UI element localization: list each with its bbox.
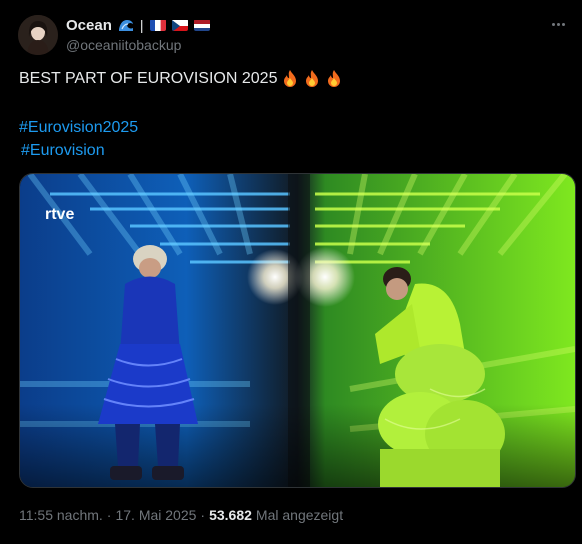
hashtag-link-eurovision[interactable]: #Eurovision [21, 142, 105, 160]
post-time[interactable]: 11:55 nachm. [19, 507, 103, 523]
flag-czech-icon [171, 19, 188, 31]
author-name-row: Ocean | [66, 15, 210, 35]
post-date[interactable]: 17. Mai 2025 [115, 507, 196, 523]
author-handle[interactable]: @oceaniitobackup [66, 37, 181, 53]
separator: | [139, 17, 144, 33]
media-image[interactable]: rtve [19, 173, 576, 488]
fire-icon [303, 69, 321, 89]
meta-dot: · [200, 507, 206, 523]
tweet-card: Ocean | @oceaniitobackup BEST PART OF EU… [0, 0, 582, 544]
views-count: 53.682 [209, 507, 252, 523]
fire-icon [325, 69, 343, 89]
tweet-body: BEST PART OF EUROVISION 2025 [19, 70, 278, 87]
fire-icon [281, 69, 299, 89]
flag-netherlands-icon [193, 19, 210, 31]
tweet-meta: 11:55 nachm. · 17. Mai 2025 · 53.682 Mal… [19, 507, 343, 523]
author-display-name[interactable]: Ocean [66, 17, 112, 34]
hashtag-link-eurovision2025[interactable]: #Eurovision2025 [19, 119, 138, 137]
meta-dot: · [106, 507, 112, 523]
tweet-text: BEST PART OF EUROVISION 2025 [19, 69, 559, 89]
wave-icon [118, 17, 134, 33]
flag-france-icon [149, 19, 166, 31]
more-options-icon[interactable] [548, 14, 568, 34]
rtve-watermark: rtve [45, 206, 74, 223]
views-label: Mal angezeigt [255, 507, 344, 523]
avatar[interactable] [18, 15, 58, 55]
